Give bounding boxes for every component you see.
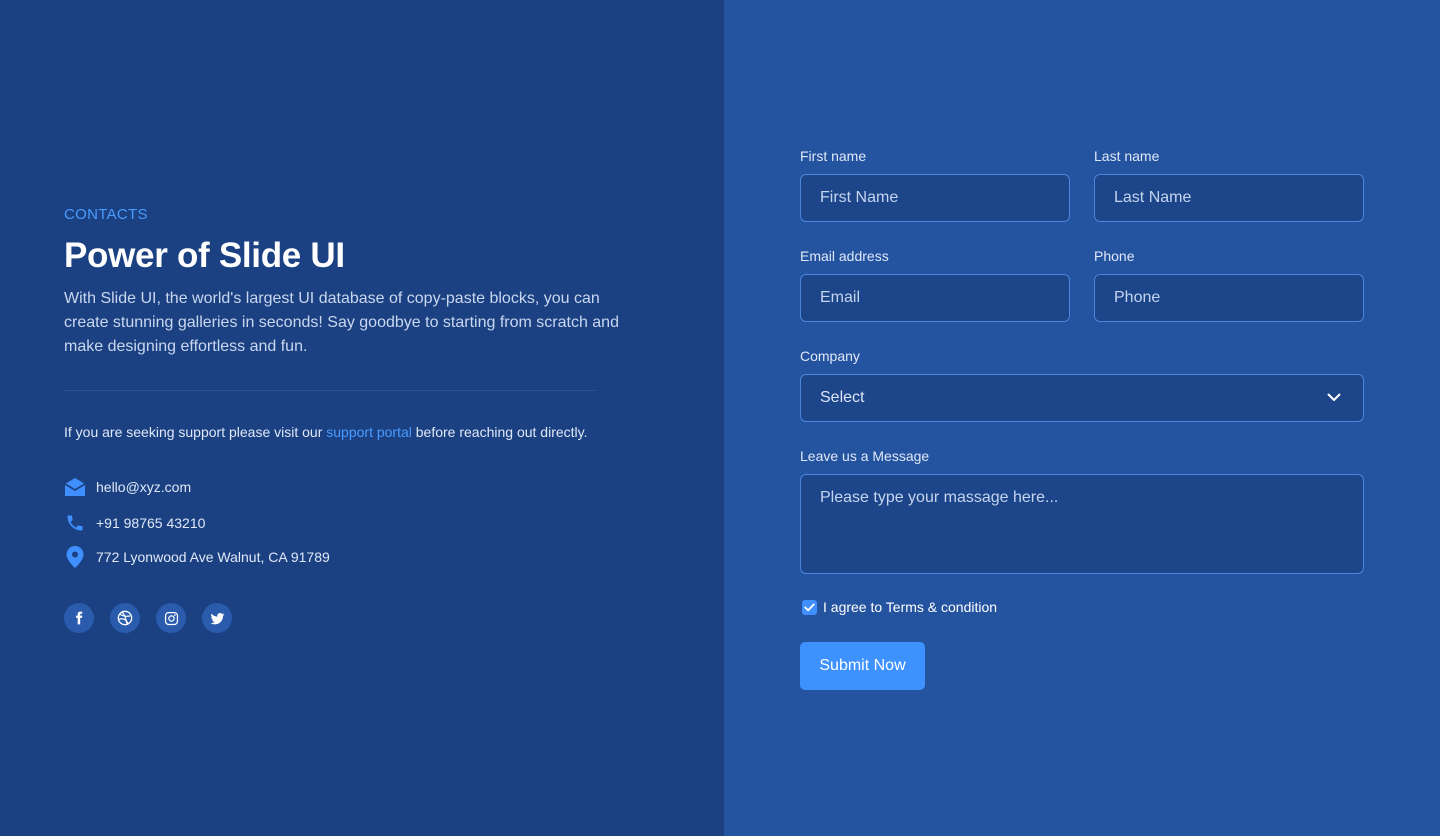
support-portal-link[interactable]: support portal [326, 424, 412, 440]
terms-label: I agree to Terms & condition [823, 599, 998, 615]
section-eyebrow: CONTACTS [64, 206, 148, 223]
contact-info-panel: CONTACTS Power of Slide UI With Slide UI… [0, 0, 724, 836]
contact-address: 772 Lyonwood Ave Walnut, CA 91789 [64, 546, 330, 568]
chevron-down-icon [1327, 389, 1341, 407]
contact-email-text: hello@xyz.com [96, 479, 192, 495]
contact-phone[interactable]: +91 98765 43210 [64, 512, 205, 534]
submit-button[interactable]: Submit Now [800, 642, 925, 690]
message-label: Leave us a Message [800, 448, 930, 464]
last-name-input[interactable] [1094, 174, 1364, 222]
page-description: With Slide UI, the world's largest UI da… [64, 290, 619, 355]
location-pin-icon [64, 546, 86, 568]
contact-address-text: 772 Lyonwood Ave Walnut, CA 91789 [96, 549, 330, 565]
phone-input[interactable] [1094, 274, 1364, 322]
company-select-value: Select [820, 389, 865, 406]
contact-phone-text: +91 98765 43210 [96, 515, 206, 531]
twitter-icon[interactable] [202, 603, 232, 633]
phone-icon [64, 512, 86, 534]
email-input[interactable] [800, 274, 1070, 322]
contact-email[interactable]: hello@xyz.com [64, 476, 191, 498]
mail-icon [64, 476, 86, 498]
email-label: Email address [800, 248, 889, 264]
phone-label: Phone [1094, 248, 1135, 264]
dribbble-icon[interactable] [110, 603, 140, 633]
support-suffix: before reaching out directly. [411, 424, 588, 440]
support-prefix: If you are seeking support please visit … [64, 424, 327, 440]
social-links [64, 603, 232, 633]
first-name-input[interactable] [800, 174, 1070, 222]
instagram-icon[interactable] [156, 603, 186, 633]
company-label: Company [800, 348, 860, 364]
terms-checkbox[interactable] [802, 599, 817, 615]
terms-agreement[interactable]: I agree to Terms & condition [802, 599, 997, 615]
divider [64, 390, 596, 391]
support-text: If you are seeking support please visit … [64, 424, 588, 440]
first-name-label: First name [800, 148, 867, 164]
last-name-label: Last name [1094, 148, 1160, 164]
company-select[interactable]: Select [800, 374, 1364, 422]
page-title: Power of Slide UI [64, 236, 345, 275]
message-textarea[interactable] [800, 474, 1364, 574]
facebook-icon[interactable] [64, 603, 94, 633]
